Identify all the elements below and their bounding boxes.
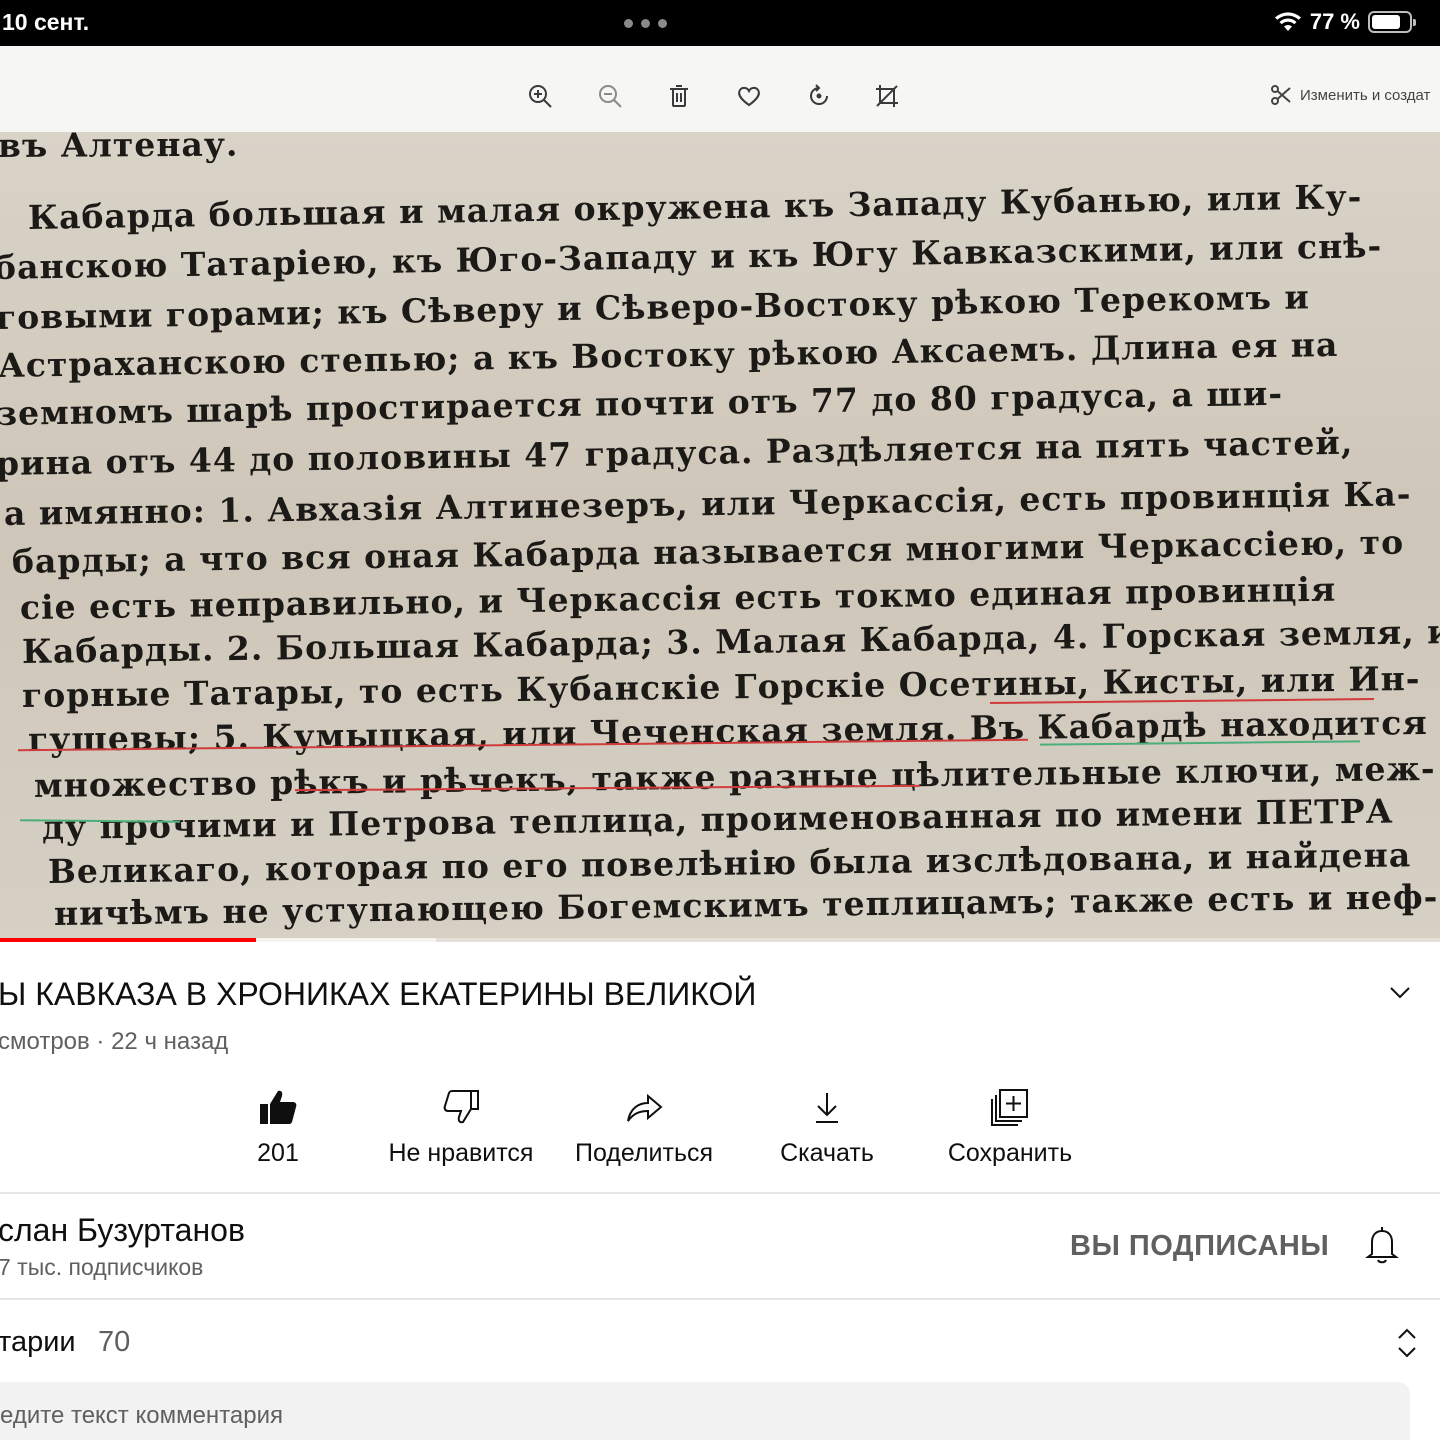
like-count: 201 [257, 1139, 299, 1167]
thumbs-down-icon [443, 1090, 479, 1124]
video-progress-bar[interactable] [0, 938, 1440, 942]
divider [0, 1192, 1440, 1194]
document-line: Кабарда большая и малая окружена къ Запа… [27, 177, 1363, 237]
rotate-icon [810, 84, 828, 105]
edit-create-button: Изменить и создат [1270, 84, 1430, 106]
played-bar [0, 938, 257, 942]
subscribed-button[interactable]: ВЫ ПОДПИСАНЫ [1070, 1230, 1329, 1263]
video-title-row[interactable]: Ы КАВКАЗА В ХРОНИКАХ ЕКАТЕРИНЫ ВЕЛИКОЙ [0, 970, 1440, 1020]
comments-section[interactable]: тарии 70 едите текст комментария [0, 1302, 1440, 1440]
action-bar: 201 Не нравится Поделиться Скачать Сохра… [0, 1085, 1440, 1185]
expand-collapse-icon[interactable] [1394, 1326, 1420, 1360]
video-meta: смотров · 22 ч назад [0, 1028, 229, 1055]
video-player[interactable]: Изменить и создат въ Алтенау. Кабарда бол… [0, 46, 1440, 942]
channel-row[interactable]: слан Бузуртанов 7 тыс. подписчиков ВЫ ПО… [0, 1196, 1440, 1296]
bell-icon[interactable] [1364, 1224, 1400, 1264]
trash-icon [670, 85, 688, 107]
add-to-playlist-icon [991, 1089, 1028, 1126]
battery-icon [1368, 11, 1416, 33]
photo-viewer-toolbar: Изменить и создат [0, 46, 1440, 136]
comment-placeholder: едите текст комментария [0, 1402, 284, 1429]
subscriber-count: 7 тыс. подписчиков [0, 1254, 204, 1280]
zoom-in-icon [529, 85, 552, 108]
like-button[interactable]: 201 [178, 1085, 378, 1168]
document-line: рина отъ 44 до половины 47 градуса. Разд… [0, 422, 1354, 483]
document-line: банскою Татарiею, къ Юго-Западу и къ Югу… [0, 226, 1383, 287]
status-time: 10 сент. [2, 9, 90, 35]
crop-icon [876, 85, 898, 107]
video-title[interactable]: Ы КАВКАЗА В ХРОНИКАХ ЕКАТЕРИНЫ ВЕЛИКОЙ [0, 976, 756, 1013]
share-icon [627, 1093, 663, 1122]
document-line: въ Алтенау. [0, 132, 239, 165]
scissors-icon [1271, 85, 1291, 105]
thumbs-up-icon [260, 1090, 297, 1124]
divider [0, 1298, 1440, 1300]
comments-heading: тарии [0, 1326, 76, 1358]
download-button[interactable]: Скачать [727, 1085, 927, 1168]
zoom-out-icon [599, 85, 622, 108]
share-button[interactable]: Поделиться [544, 1085, 744, 1168]
save-button[interactable]: Сохранить [910, 1085, 1110, 1168]
download-icon [816, 1093, 838, 1123]
multitasking-dots-icon[interactable] [624, 19, 667, 28]
battery-percent: 77 % [1309, 9, 1360, 34]
comment-input[interactable]: едите текст комментария [0, 1382, 1410, 1440]
status-bar: 10 сент. 77 % [0, 0, 1440, 46]
dislike-button[interactable]: Не нравится [361, 1085, 561, 1168]
wifi-icon [1274, 12, 1301, 31]
channel-name[interactable]: слан Бузуртанов [0, 1212, 245, 1249]
status-right: 77 % [1274, 9, 1416, 35]
document-page: въ Алтенау. Кабарда большая и малая окруж… [0, 132, 1440, 942]
document-line: земномъ шарѣ простирается почти отъ 77 д… [0, 373, 1284, 433]
comments-count: 70 [98, 1326, 131, 1358]
heart-icon [738, 86, 760, 107]
chevron-down-icon[interactable] [1386, 978, 1414, 1006]
document-line: а имянно: 1. Авхазiя Алтинезеръ, или Чер… [3, 474, 1412, 533]
